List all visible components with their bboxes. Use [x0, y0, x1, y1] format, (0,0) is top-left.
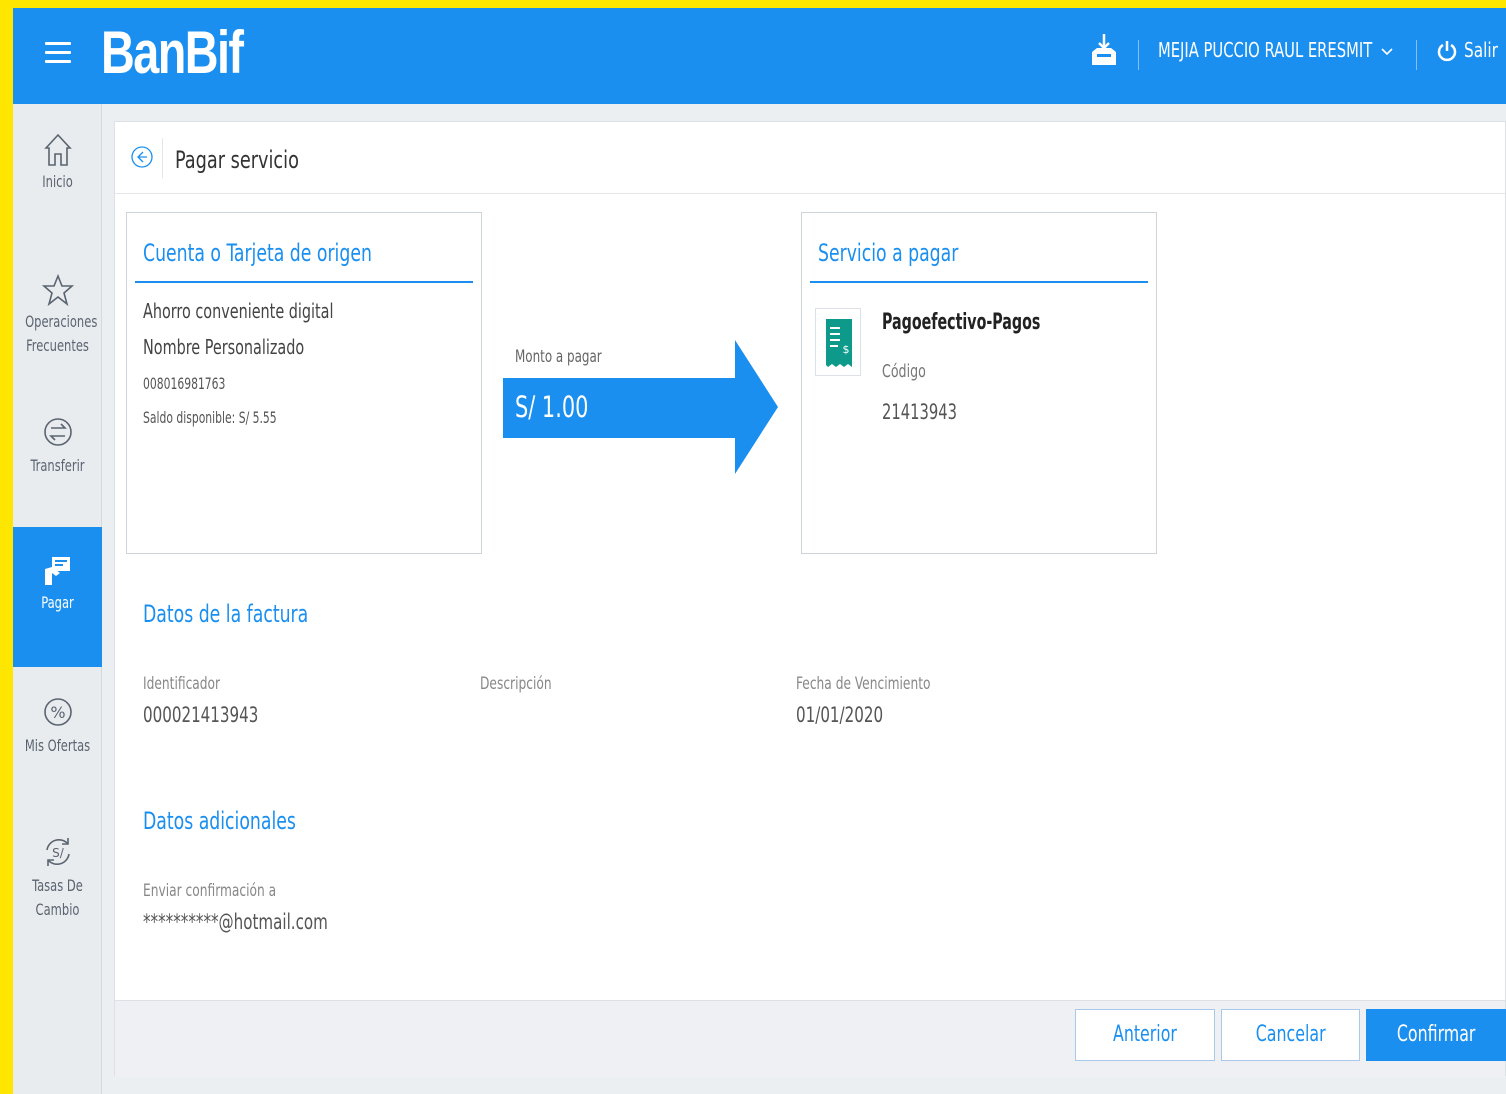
- sidebar-item-inicio[interactable]: Inicio: [13, 130, 102, 194]
- receipt-icon: $: [826, 319, 852, 367]
- account-number: 008016981763: [143, 374, 226, 393]
- page-header: Pagar servicio: [115, 122, 1505, 194]
- exchange-icon: S/: [45, 838, 70, 866]
- service-name: Pagoefectivo-Pagos: [882, 310, 1041, 335]
- account-type: Ahorro conveniente digital: [143, 299, 334, 323]
- home-icon: [43, 133, 72, 166]
- pay-icon: [44, 557, 70, 585]
- download-icon[interactable]: [1089, 32, 1119, 68]
- service-card: Servicio a pagar $ Pagoefectivo-Pagos Có…: [801, 212, 1157, 554]
- cancel-button[interactable]: Cancelar: [1221, 1009, 1360, 1061]
- sidebar-item-transferir[interactable]: Transferir: [13, 410, 102, 478]
- main-panel: Pagar servicio Cuenta o Tarjeta de orige…: [114, 121, 1506, 1077]
- service-heading: Servicio a pagar: [810, 235, 1148, 283]
- sidebar-item-tasas[interactable]: S/ Tasas De Cambio: [13, 830, 102, 922]
- origin-account-card: Cuenta o Tarjeta de origen Ahorro conven…: [126, 212, 482, 554]
- sidebar-item-pagar[interactable]: Pagar: [13, 527, 102, 667]
- previous-button[interactable]: Anterior: [1075, 1009, 1215, 1061]
- menu-icon[interactable]: [45, 42, 71, 64]
- logout-button[interactable]: Salir: [1464, 38, 1498, 62]
- svg-text:%: %: [50, 703, 65, 722]
- additional-section-title: Datos adicionales: [143, 807, 296, 835]
- description-label: Descripción: [480, 674, 552, 694]
- origin-heading: Cuenta o Tarjeta de origen: [135, 235, 473, 283]
- confirm-button-label: Confirmar: [1396, 1022, 1476, 1047]
- service-code-value: 21413943: [882, 400, 957, 424]
- brand-logo[interactable]: BanBif: [101, 18, 244, 87]
- sidebar-item-label: Operaciones Frecuentes: [25, 312, 98, 355]
- confirm-button[interactable]: Confirmar: [1366, 1009, 1506, 1061]
- sidebar-item-operaciones[interactable]: Operaciones Frecuentes: [13, 270, 102, 358]
- svg-text:S/: S/: [52, 846, 65, 860]
- account-custom-name: Nombre Personalizado: [143, 335, 305, 359]
- header-divider: [1416, 40, 1417, 70]
- action-footer: Anterior Cancelar Confirmar: [115, 1000, 1506, 1077]
- confirmation-email: **********@hotmail.com: [143, 910, 328, 934]
- page-title: Pagar servicio: [175, 146, 299, 174]
- back-arrow-icon[interactable]: [131, 146, 153, 168]
- percent-icon: %: [43, 698, 72, 726]
- cancel-button-label: Cancelar: [1255, 1022, 1326, 1047]
- chevron-down-icon[interactable]: [1381, 46, 1393, 58]
- sidebar-item-label: Pagar: [41, 593, 74, 612]
- sidebar: Inicio Operaciones Frecuentes Transferir…: [13, 104, 102, 1094]
- sidebar-item-label: Transferir: [30, 456, 85, 475]
- previous-button-label: Anterior: [1113, 1022, 1177, 1047]
- power-icon[interactable]: [1437, 39, 1457, 63]
- service-heading-text: Servicio a pagar: [818, 239, 959, 267]
- origin-heading-text: Cuenta o Tarjeta de origen: [143, 239, 372, 267]
- due-date-label: Fecha de Vencimiento: [796, 674, 931, 694]
- top-header: BanBif MEJIA PUCCIO RAUL ERESMIT Salir: [13, 8, 1506, 104]
- identifier-value: 000021413943: [143, 703, 259, 727]
- sidebar-item-ofertas[interactable]: % Mis Ofertas: [13, 690, 102, 758]
- due-date-value: 01/01/2020: [796, 703, 884, 727]
- header-divider: [1138, 40, 1139, 70]
- app-window: BanBif MEJIA PUCCIO RAUL ERESMIT Salir I…: [13, 8, 1506, 1094]
- transfer-icon: [43, 418, 72, 446]
- star-icon: [41, 273, 74, 307]
- identifier-label: Identificador: [143, 674, 221, 694]
- title-divider: [162, 138, 163, 178]
- sidebar-item-label: Inicio: [42, 172, 73, 191]
- service-logo: $: [815, 308, 861, 376]
- user-menu[interactable]: MEJIA PUCCIO RAUL ERESMIT: [1158, 38, 1372, 62]
- sidebar-item-label: Tasas De Cambio: [32, 876, 83, 919]
- service-code-label: Código: [882, 361, 926, 382]
- confirmation-label: Enviar confirmación a: [143, 881, 277, 901]
- svg-text:$: $: [843, 343, 850, 356]
- available-balance: Saldo disponible: S/ 5.55: [143, 408, 277, 427]
- sidebar-item-label: Mis Ofertas: [24, 736, 91, 755]
- invoice-section-title: Datos de la factura: [143, 600, 309, 628]
- amount-value: S/ 1.00: [515, 390, 589, 424]
